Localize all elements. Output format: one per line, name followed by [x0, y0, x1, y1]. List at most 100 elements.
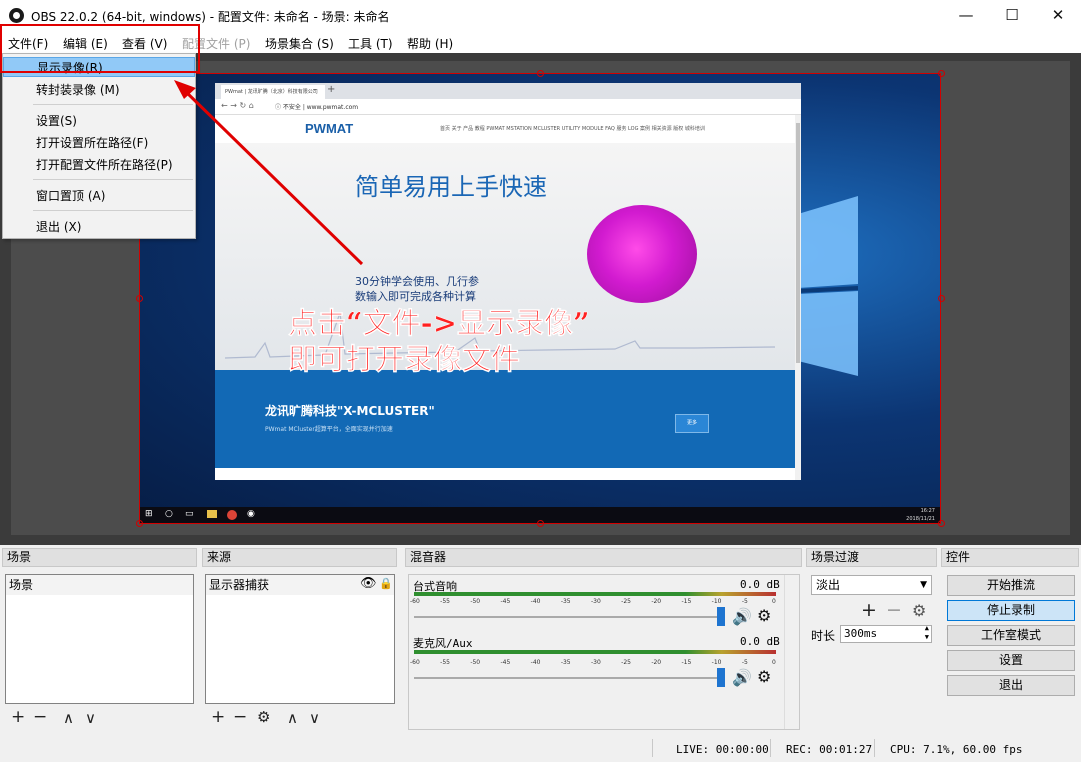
menu-tools[interactable]: 工具 (T): [348, 35, 393, 52]
eye-icon[interactable]: 👁: [360, 576, 377, 591]
meter-scale-tick: -20: [651, 598, 662, 605]
minimize-button[interactable]: —: [943, 0, 989, 31]
remove-transition-button[interactable]: −: [886, 599, 902, 621]
add-transition-button[interactable]: +: [861, 599, 877, 621]
volume-slider-handle[interactable]: [717, 668, 725, 687]
scenes-list[interactable]: 场景: [5, 574, 194, 704]
meter-scale-tick: -45: [500, 598, 511, 605]
move-up-icon[interactable]: ∧: [63, 709, 74, 727]
menu-item-open-settings-folder[interactable]: 打开设置所在路径(F): [3, 133, 195, 153]
spinner-icon[interactable]: ▲ ▼: [925, 624, 929, 642]
gear-icon[interactable]: ⚙: [757, 667, 771, 686]
remove-scene-button[interactable]: −: [33, 707, 47, 727]
audio-meter: [414, 592, 776, 596]
status-separator: [652, 739, 653, 757]
annotation-line2: 即可打开录像文件: [288, 342, 521, 377]
stop-recording-button[interactable]: 停止录制: [947, 600, 1075, 621]
meter-scale-tick: -40: [530, 659, 541, 666]
move-up-icon[interactable]: ∧: [287, 709, 298, 727]
move-down-icon[interactable]: ∨: [85, 709, 96, 727]
meter-scale-tick: -60: [410, 659, 420, 666]
resize-handle-bl[interactable]: [136, 520, 143, 527]
scenes-dock-title: 场景: [2, 548, 197, 567]
resize-handle-tr[interactable]: [938, 70, 945, 77]
menu-help[interactable]: 帮助 (H): [407, 35, 453, 52]
meter-scale-tick: -5: [741, 659, 748, 666]
add-source-button[interactable]: +: [211, 707, 225, 727]
mixer-scrollbar[interactable]: [784, 575, 798, 729]
menu-separator: [33, 210, 193, 211]
lock-icon[interactable]: 🔒: [379, 577, 393, 590]
menu-scene-collection[interactable]: 场景集合 (S): [265, 35, 334, 52]
menu-item-always-on-top[interactable]: 窗口置顶 (A): [3, 186, 195, 206]
resize-handle-b[interactable]: [537, 520, 544, 527]
meter-scale-tick: -55: [440, 659, 450, 666]
meter-scale-tick: -35: [560, 598, 571, 605]
meter-scale-tick: -5: [741, 598, 748, 605]
add-scene-button[interactable]: +: [11, 707, 25, 727]
studio-mode-button[interactable]: 工作室模式: [947, 625, 1075, 646]
exit-button[interactable]: 退出: [947, 675, 1075, 696]
status-live: LIVE: 00:00:00: [676, 743, 769, 756]
transition-select-value: 淡出: [816, 578, 841, 592]
menu-item-exit[interactable]: 退出 (X): [3, 217, 195, 237]
close-button[interactable]: ✕: [1035, 0, 1081, 31]
resize-handle-r[interactable]: [938, 295, 945, 302]
meter-scale: -60 -55 -50 -45 -40 -35 -30 -25 -20 -15 -10 -5 0: [410, 598, 779, 606]
resize-handle-t[interactable]: [537, 70, 544, 77]
window-title: OBS 22.0.2 (64-bit, windows) - 配置文件: 未命名…: [31, 10, 390, 24]
meter-scale-tick: -30: [591, 598, 601, 605]
resize-handle-l[interactable]: [136, 295, 143, 302]
source-selection-box[interactable]: [139, 73, 941, 524]
settings-button[interactable]: 设置: [947, 650, 1075, 671]
meter-scale: -60 -55 -50 -45 -40 -35 -30 -25 -20 -15 -10 -5 0: [410, 659, 779, 667]
status-cpu: CPU: 7.1%, 60.00 fps: [890, 743, 1023, 756]
obs-logo-icon: [9, 8, 24, 23]
speaker-icon[interactable]: 🔊: [732, 668, 752, 687]
highlight-box: [0, 24, 200, 73]
volume-slider-track[interactable]: [414, 616, 724, 618]
meter-scale-tick: -45: [500, 659, 511, 666]
move-down-icon[interactable]: ∨: [309, 709, 320, 727]
mixer-channel-name: 麦克风/Aux: [413, 637, 473, 650]
mixer-dock-title: 混音器: [405, 548, 802, 567]
transition-select[interactable]: 淡出 ▼: [811, 575, 932, 595]
scene-item[interactable]: 场景: [6, 575, 193, 595]
meter-scale-tick: -20: [651, 659, 662, 666]
volume-slider-track[interactable]: [414, 677, 724, 679]
status-rec: REC: 00:01:27: [786, 743, 873, 756]
resize-handle-br[interactable]: [938, 520, 945, 527]
volume-slider-handle[interactable]: [717, 607, 725, 626]
menu-item-open-profile-folder[interactable]: 打开配置文件所在路径(P): [3, 155, 195, 175]
scenes-toolbar: + − ∧ ∨: [5, 705, 194, 731]
chevron-down-icon: ▼: [920, 580, 927, 590]
speaker-icon[interactable]: 🔊: [732, 607, 752, 626]
gear-icon[interactable]: ⚙: [257, 708, 270, 726]
sources-list[interactable]: 显示器捕获 👁 🔒: [205, 574, 395, 704]
menu-separator: [33, 104, 193, 105]
maximize-button[interactable]: ☐: [989, 0, 1035, 31]
transitions-dock-title: 场景过渡: [806, 548, 937, 567]
gear-icon[interactable]: ⚙: [912, 601, 926, 620]
duration-input-value: 300ms: [844, 627, 878, 640]
start-streaming-button[interactable]: 开始推流: [947, 575, 1075, 596]
audio-meter: [414, 650, 776, 654]
menu-item-settings[interactable]: 设置(S): [3, 111, 195, 131]
meter-scale-tick: -55: [440, 598, 450, 605]
gear-icon[interactable]: ⚙: [757, 606, 771, 625]
meter-scale-tick: 0: [772, 659, 776, 666]
menu-separator: [33, 179, 193, 180]
status-bar: LIVE: 00:00:00 REC: 00:01:27 CPU: 7.1%, …: [0, 735, 1081, 762]
sources-dock-title: 来源: [202, 548, 397, 567]
meter-scale-tick: -40: [530, 598, 541, 605]
duration-label: 时长: [811, 629, 836, 643]
status-separator: [874, 739, 875, 757]
menu-item-remux[interactable]: 转封装录像 (M): [3, 80, 195, 100]
meter-scale-tick: -15: [681, 659, 692, 666]
meter-scale-tick: -25: [621, 659, 631, 666]
meter-scale-tick: -35: [560, 659, 571, 666]
remove-source-button[interactable]: −: [233, 707, 247, 727]
controls-dock-title: 控件: [941, 548, 1079, 567]
duration-input[interactable]: 300ms ▲ ▼: [840, 624, 932, 643]
status-separator: [770, 739, 771, 757]
